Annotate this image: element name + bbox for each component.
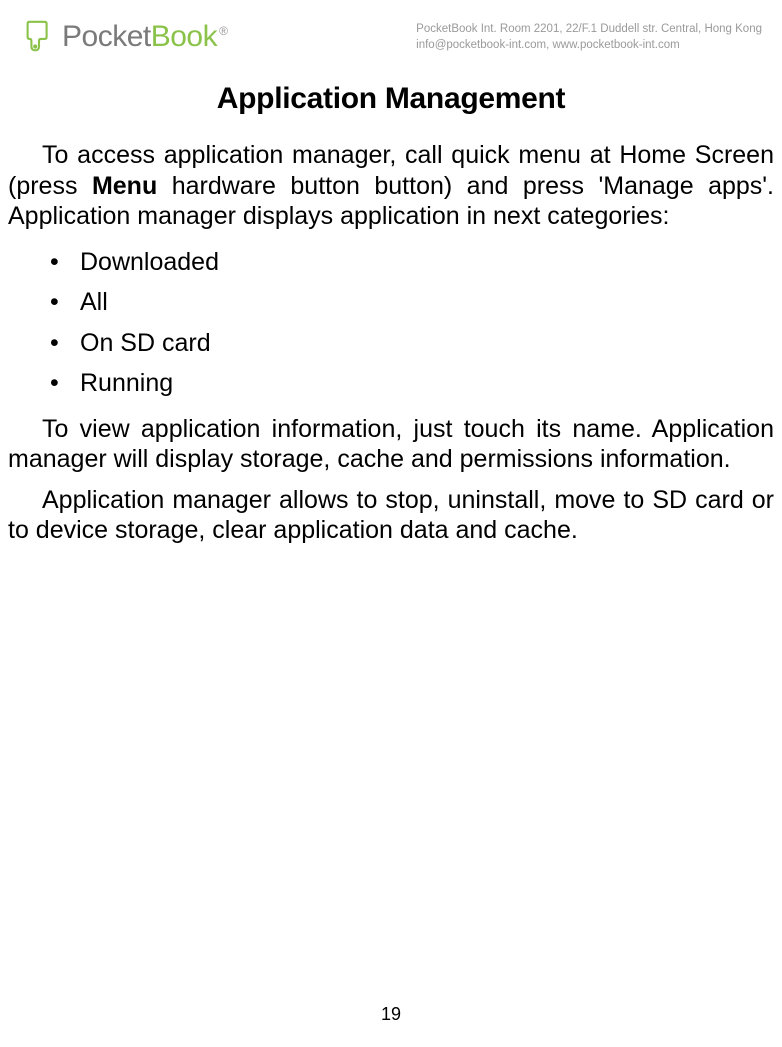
company-contact: info@pocketbook-int.com, www.pocketbook-… (416, 38, 762, 54)
list-item: Running (8, 363, 774, 404)
logo-text: PocketBook® (62, 20, 227, 54)
list-item: All (8, 282, 774, 323)
logo-registered-mark: ® (219, 24, 227, 38)
company-address: PocketBook Int. Room 2201, 22/F.1 Duddel… (416, 22, 762, 38)
logo-icon (20, 18, 58, 56)
list-item: On SD card (8, 323, 774, 364)
logo-word-book: Book (151, 20, 217, 53)
paragraph-view-info: To view application information, just to… (8, 414, 774, 475)
para1-bold: Menu (92, 172, 157, 200)
page-number: 19 (0, 1004, 782, 1025)
company-info: PocketBook Int. Room 2201, 22/F.1 Duddel… (416, 18, 762, 53)
page-header: PocketBook® PocketBook Int. Room 2201, 2… (0, 0, 782, 64)
logo-word-pocket: Pocket (62, 20, 151, 53)
logo: PocketBook® (20, 18, 227, 56)
category-list: Downloaded All On SD card Running (8, 242, 774, 404)
list-item: Downloaded (8, 242, 774, 283)
paragraph-actions: Application manager allows to stop, unin… (8, 485, 774, 546)
page-title: Application Management (8, 82, 774, 116)
document-content: Application Management To access applica… (0, 64, 782, 546)
paragraph-intro: To access application manager, call quic… (8, 140, 774, 232)
